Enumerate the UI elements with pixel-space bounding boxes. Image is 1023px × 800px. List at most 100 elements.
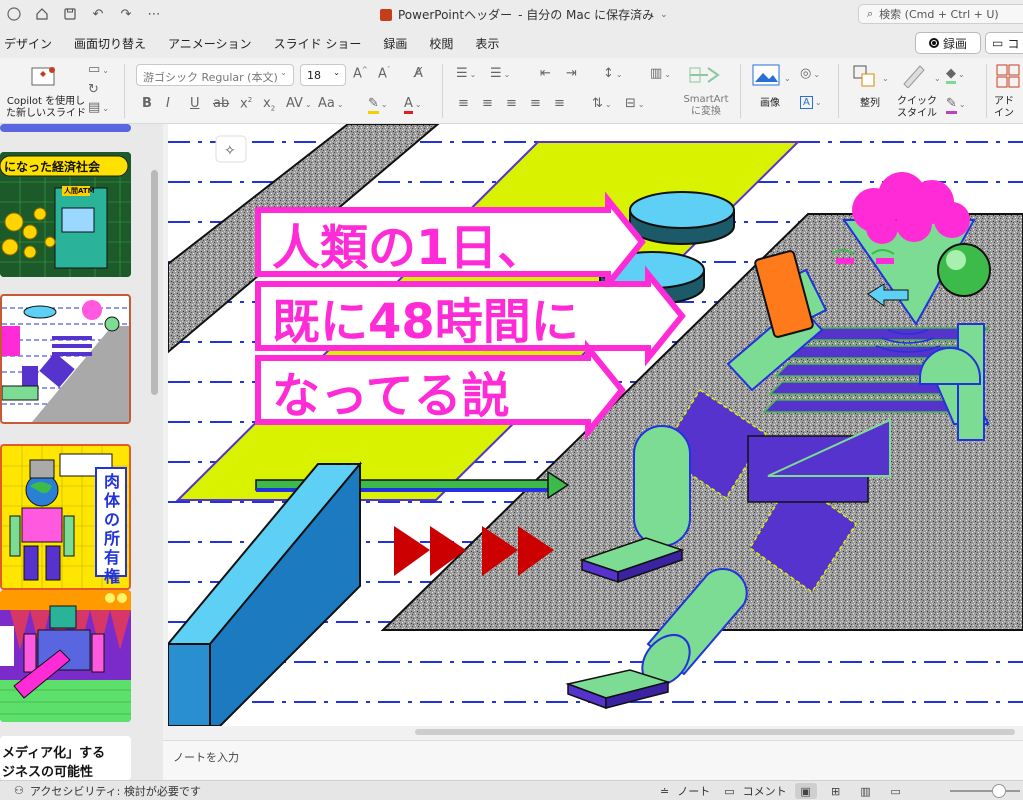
arrange-button[interactable]: 整列 — [852, 98, 888, 110]
chevron-down-icon: ⌄ — [660, 9, 668, 20]
addins-icon[interactable] — [996, 64, 1020, 92]
clear-format-icon[interactable]: A̸ — [414, 66, 423, 81]
svg-text:✧: ✧ — [224, 143, 236, 159]
layout-icon[interactable]: ▭ ⌄ — [88, 62, 109, 77]
tab-review[interactable]: 校閲 — [429, 35, 453, 52]
italic-icon[interactable]: I — [166, 96, 170, 111]
increase-indent-icon[interactable]: ⇥ — [566, 66, 577, 81]
chevron-down-icon[interactable]: ⌄ — [880, 70, 889, 85]
smartart-icon[interactable] — [688, 64, 724, 90]
superscript-icon[interactable]: x2 — [240, 96, 252, 111]
addins-button[interactable]: アド イン — [994, 96, 1023, 120]
redo-icon[interactable]: ↷ — [118, 6, 134, 22]
line-spacing-icon[interactable]: ↕ ⌄ — [603, 66, 623, 81]
grid-view-icon[interactable]: ⊞ — [825, 783, 847, 799]
arrange-icon[interactable] — [852, 64, 878, 92]
tab-slideshow[interactable]: スライド ショー — [274, 35, 362, 52]
zoom-slider-track[interactable] — [950, 790, 1020, 792]
headline-line-2: 既に48時間に — [272, 294, 579, 350]
bold-icon[interactable]: B — [142, 96, 152, 111]
thumb-media-line2: ジネスの可能性 — [2, 765, 94, 780]
char-spacing-icon[interactable]: AV ⌄ — [286, 96, 312, 111]
decrease-indent-icon[interactable]: ⇤ — [540, 66, 551, 81]
record-button[interactable]: 録画 — [915, 32, 981, 54]
save-icon[interactable] — [62, 6, 78, 22]
more-icon[interactable]: ⋯ — [146, 6, 162, 22]
quickstyle-label-line2: スタイル — [897, 108, 937, 119]
align-text-icon[interactable]: ⊟ ⌄ — [625, 96, 645, 111]
font-color-icon[interactable]: A ⌄ — [404, 96, 422, 114]
chevron-down-icon: ⌄ — [333, 68, 340, 77]
copilot-new-slide-button[interactable]: Copilot を使用し た新しいスライド — [6, 96, 86, 120]
home-icon[interactable] — [34, 6, 50, 22]
align-left-icon[interactable]: ≡ — [458, 96, 469, 111]
shapes-icon[interactable]: ◎ ⌄ — [800, 66, 820, 81]
shape-outline-icon[interactable]: ✎ ⌄ — [946, 96, 966, 114]
quickstyle-label-line1: クイック — [897, 96, 937, 107]
slide-thumbnail-top[interactable] — [0, 124, 131, 132]
notes-toggle[interactable]: ノート — [677, 783, 710, 799]
slide-thumbnail-body[interactable]: 肉体の所有権 — [0, 444, 131, 590]
slide-horizontal-scrollbar[interactable] — [415, 729, 1015, 735]
tab-record[interactable]: 録画 — [383, 35, 407, 52]
slide-canvas[interactable]: ✧ 人類の1日、 既に48時間に なってる説 — [168, 124, 1023, 726]
pink-hair — [852, 172, 970, 244]
sidebar-icon[interactable] — [6, 6, 22, 22]
font-name-select[interactable]: 游ゴシック Regular (本文) ⌄ — [136, 64, 294, 86]
document-title[interactable]: PowerPointヘッダー - 自分の Mac に保存済み ⌄ — [380, 6, 668, 23]
strikethrough-icon[interactable]: ab — [213, 96, 229, 111]
slide-thumbnail-economy[interactable]: になった経済社会 人間ATM — [0, 152, 131, 277]
reading-view-icon[interactable]: ▥ — [855, 783, 877, 799]
picture-icon[interactable] — [752, 64, 780, 90]
text-direction-icon[interactable]: ⇅ ⌄ — [592, 96, 612, 111]
tab-animations[interactable]: アニメーション — [168, 35, 252, 52]
notes-pane[interactable]: ノートを入力 — [163, 740, 1023, 780]
columns-icon[interactable]: ▥ ⌄ — [650, 66, 671, 81]
section-icon[interactable]: ▤ ⌄ — [88, 100, 109, 115]
ribbon-divider — [838, 64, 839, 118]
slide-thumbnail-current[interactable] — [0, 294, 131, 424]
shape-fill-icon[interactable]: ◆ ⌄ — [946, 66, 965, 84]
quick-style-button[interactable]: クイック スタイル — [894, 96, 940, 120]
change-case-icon[interactable]: Aa ⌄ — [318, 96, 344, 111]
highlight-icon[interactable]: ✎ ⌄ — [368, 96, 388, 114]
quick-style-icon[interactable] — [900, 62, 928, 92]
slideshow-icon[interactable]: ▭ — [885, 783, 907, 799]
comments-toggle[interactable]: コメント — [743, 783, 787, 799]
status-bar: ⚇ アクセシビリティ: 検討が必要です ≐ ノート ▭ コメント ▣ ⊞ ▥ ▭ — [0, 780, 1023, 800]
increase-font-icon[interactable]: A^ — [353, 66, 368, 81]
bullets-icon[interactable]: ☰ ⌄ — [456, 66, 476, 81]
record-label: 録画 — [942, 36, 967, 51]
thumb-body-title: 肉体の所有権 — [103, 472, 120, 586]
accessibility-text: アクセシビリティ: 検討が必要です — [29, 784, 201, 798]
tab-view[interactable]: 表示 — [475, 35, 499, 52]
comment-button[interactable]: ▭ コ — [985, 32, 1023, 54]
distributed-icon[interactable]: ≡ — [554, 96, 565, 111]
picture-button[interactable]: 画像 — [752, 98, 788, 110]
normal-view-icon[interactable]: ▣ — [794, 783, 817, 799]
chevron-down-icon[interactable]: ⌄ — [782, 70, 791, 85]
tab-design[interactable]: デザイン — [4, 35, 52, 52]
align-center-icon[interactable]: ≡ — [482, 96, 493, 111]
align-right-icon[interactable]: ≡ — [506, 96, 517, 111]
copilot-slide-icon[interactable] — [30, 64, 58, 94]
textbox-icon[interactable]: A ⌄ — [800, 94, 822, 109]
reset-icon[interactable]: ↻ — [88, 82, 99, 97]
thumb-robot-art — [0, 590, 131, 722]
thumbnail-scrollbar[interactable] — [151, 170, 158, 395]
slide-thumbnail-robot[interactable] — [0, 590, 131, 722]
font-size-select[interactable]: 18 ⌄ — [300, 64, 346, 86]
undo-icon[interactable]: ↶ — [90, 6, 106, 22]
decrease-font-icon[interactable]: Aˇ — [378, 66, 390, 81]
smartart-button[interactable]: SmartArt に変換 — [680, 94, 732, 118]
justify-icon[interactable]: ≡ — [530, 96, 541, 111]
tab-transitions[interactable]: 画面切り替え — [74, 35, 146, 52]
search-input[interactable]: ⌕ 検索 (Cmd + Ctrl + U) — [858, 4, 1023, 24]
zoom-slider-handle[interactable] — [992, 784, 1006, 798]
accessibility-status[interactable]: ⚇ アクセシビリティ: 検討が必要です — [0, 783, 201, 799]
subscript-icon[interactable]: x2 — [263, 96, 275, 113]
slide-thumbnail-media[interactable]: メディア化」する ジネスの可能性 — [0, 736, 131, 780]
underline-icon[interactable]: U — [190, 96, 200, 111]
numbering-icon[interactable]: ☰ ⌄ — [490, 66, 510, 81]
chevron-down-icon[interactable]: ⌄ — [932, 70, 941, 85]
